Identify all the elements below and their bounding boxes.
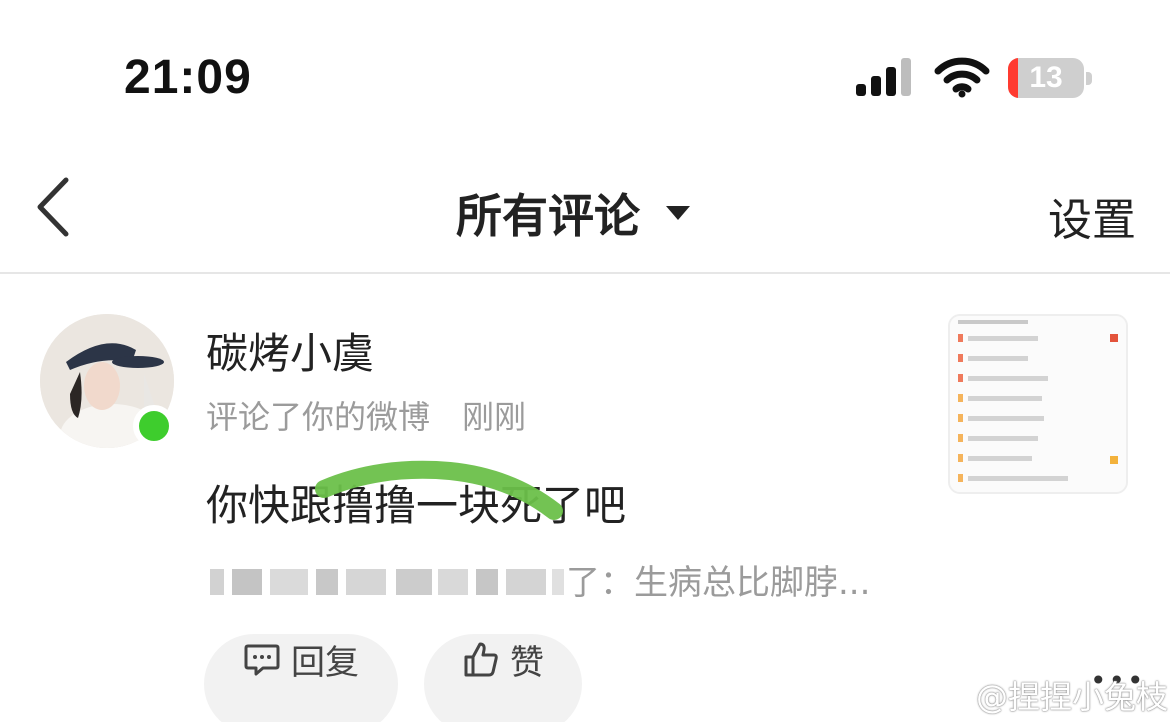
comment-bubble-icon bbox=[244, 644, 280, 676]
watermark-text: @捏捏小兔枝 bbox=[976, 678, 1169, 716]
comment-text: 你快跟撸撸一块死了吧 bbox=[206, 481, 627, 530]
thumbs-up-icon bbox=[464, 642, 498, 677]
comment-username[interactable]: 碳烤小虞 bbox=[206, 320, 374, 381]
quoted-text: 了：生病总比脚脖... bbox=[566, 562, 871, 603]
signal-icon bbox=[856, 58, 911, 96]
weibo-logo-icon bbox=[937, 681, 973, 710]
weibo-thumbnail[interactable] bbox=[948, 314, 1128, 494]
dropdown-caret-icon bbox=[666, 206, 690, 220]
battery-icon: 13 bbox=[1008, 58, 1092, 98]
comment-meta: 评论了你的微博 刚刚 bbox=[206, 392, 526, 438]
battery-level: 13 bbox=[1029, 61, 1063, 94]
header-divider bbox=[0, 272, 1170, 274]
comment-action: 评论了你的微博 bbox=[206, 398, 431, 436]
reply-button[interactable]: 回复 bbox=[204, 634, 398, 722]
reply-label: 回复 bbox=[291, 642, 359, 683]
thumbnail-image bbox=[950, 316, 1126, 492]
pixelated-mask bbox=[206, 557, 566, 601]
like-button[interactable]: 赞 bbox=[424, 634, 582, 722]
watermark: @捏捏小兔枝 bbox=[936, 672, 1168, 718]
wifi-icon bbox=[934, 57, 990, 98]
status-time: 21:09 bbox=[124, 51, 252, 104]
back-button[interactable] bbox=[30, 176, 80, 238]
like-label: 赞 bbox=[510, 642, 544, 683]
settings-button[interactable]: 设置 bbox=[1048, 184, 1136, 248]
comment-time: 刚刚 bbox=[462, 398, 527, 436]
online-status-dot bbox=[133, 405, 175, 447]
page-title: 所有评论 bbox=[456, 189, 640, 243]
quoted-weibo[interactable]: 了：生病总比脚脖... bbox=[206, 554, 870, 604]
comment-filter-dropdown[interactable]: 所有评论 bbox=[456, 180, 690, 246]
